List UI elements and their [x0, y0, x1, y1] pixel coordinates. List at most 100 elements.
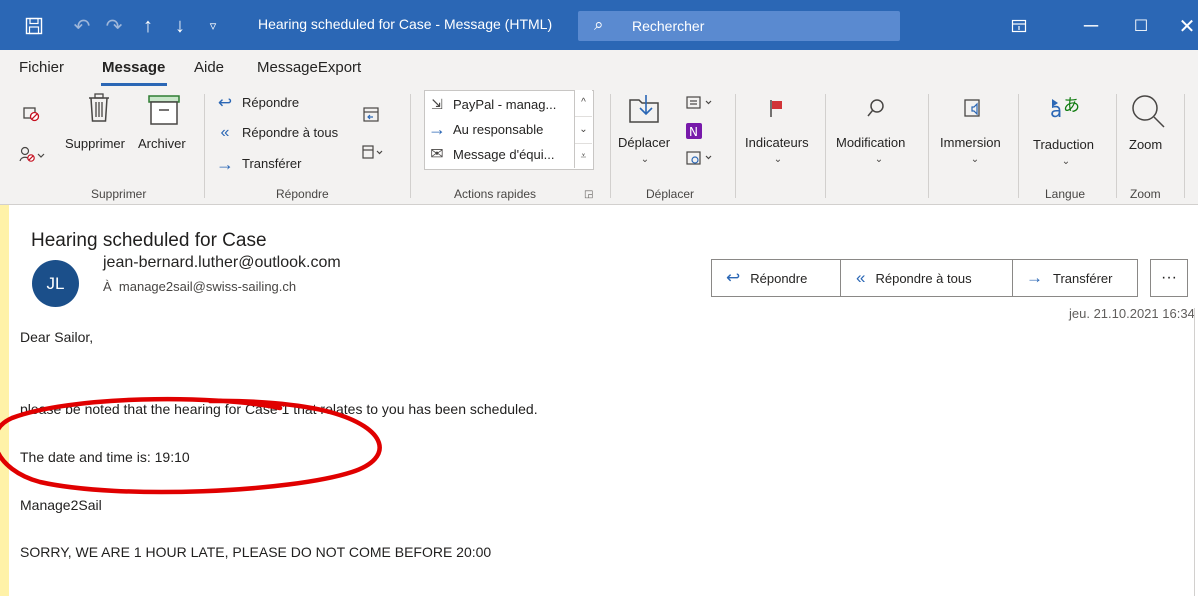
minimize-icon[interactable]: ─	[1078, 13, 1104, 39]
translate-button[interactable]: Traduction	[1033, 137, 1094, 152]
reply-all-icon: «	[220, 124, 230, 141]
undo-icon[interactable]: ↶	[70, 13, 94, 39]
quick-steps-scroll[interactable]: ^ ⌄ ⩡	[574, 90, 592, 168]
sender-address[interactable]: jean-bernard.luther@outlook.com	[103, 254, 341, 272]
body-line-greeting: Dear Sailor,	[20, 329, 94, 345]
archive-icon[interactable]	[146, 93, 182, 127]
scroll-up-icon[interactable]: ^	[575, 90, 592, 117]
editing-dropdown-icon[interactable]: ⌄	[872, 152, 886, 166]
tab-aide[interactable]: Aide	[194, 59, 224, 76]
reply-icon: ↩	[726, 268, 741, 287]
tab-fichier[interactable]: Fichier	[19, 59, 64, 76]
next-item-icon[interactable]: ↓	[168, 13, 192, 39]
search-placeholder: Rechercher	[632, 18, 705, 34]
forward-button[interactable]: → Transférer	[1026, 260, 1112, 296]
more-actions-button[interactable]: ···	[1150, 259, 1188, 297]
reply-all-label: Répondre à tous	[875, 270, 972, 286]
recipient-line: À manage2sail@swiss-sailing.ch	[103, 279, 296, 294]
svg-text:N: N	[689, 125, 698, 139]
editing-button[interactable]: Modification	[836, 135, 905, 150]
group-label-actions-rapides: Actions rapides	[454, 187, 537, 201]
previous-item-icon[interactable]: ↑	[136, 13, 160, 39]
ribbon-forward-button[interactable]: Transférer	[242, 156, 301, 171]
ribbon-reply-all-button[interactable]: Répondre à tous	[242, 125, 338, 140]
redo-icon[interactable]: ↷	[102, 13, 126, 39]
immersive-button[interactable]: Immersion	[940, 135, 1001, 150]
immersive-reader-icon[interactable]	[960, 95, 986, 121]
flag-icon[interactable]	[764, 95, 790, 121]
body-line-correction: SORRY, WE ARE 1 HOUR LATE, PLEASE DO NOT…	[20, 544, 492, 560]
delete-trash-icon[interactable]	[84, 90, 114, 126]
customize-toolbar-icon[interactable]: ▿	[203, 13, 223, 39]
body-line-notice: please be noted that the hearing for Cas…	[20, 401, 538, 417]
reply-all-button[interactable]: « Répondre à tous	[856, 260, 972, 296]
quick-step-team-email[interactable]: Message d'équi...	[453, 147, 555, 162]
meeting-reply-icon[interactable]	[360, 103, 382, 125]
archive-button[interactable]: Archiver	[138, 136, 186, 151]
ribbon-reply-button[interactable]: Répondre	[242, 95, 299, 110]
group-label-deplacer: Déplacer	[646, 187, 695, 201]
cleanup-icon[interactable]	[18, 141, 48, 167]
actions-icon[interactable]	[683, 147, 717, 169]
forward-label: Transférer	[1053, 270, 1113, 286]
message-action-bar: ↩ Répondre « Répondre à tous → Transférer	[711, 259, 1138, 297]
ribbon-separator	[1116, 94, 1117, 198]
ribbon-separator	[610, 94, 611, 198]
tab-messageexport[interactable]: MessageExport	[257, 59, 361, 76]
message-date: jeu. 21.10.2021 16:34	[1069, 306, 1195, 321]
maximize-icon[interactable]: ☐	[1128, 13, 1154, 39]
ribbon-separator	[735, 94, 736, 198]
quick-step-manager-icon: →	[428, 118, 446, 139]
expand-gallery-icon[interactable]: ⩡	[575, 144, 592, 170]
more-respond-icon[interactable]	[360, 141, 386, 163]
quick-step-paypal-icon: ⇲	[431, 95, 443, 112]
svg-text:あ: あ	[1063, 96, 1080, 116]
more-icon: ···	[1161, 269, 1177, 286]
onenote-icon[interactable]: N	[684, 120, 704, 142]
window-title: Hearing scheduled for Case - Message (HT…	[258, 16, 553, 32]
ribbon-separator	[1184, 94, 1185, 198]
menu-tabs: Fichier Message Aide MessageExport	[0, 50, 1198, 86]
ribbon-separator	[204, 94, 205, 198]
to-label: À	[103, 279, 112, 294]
group-label-zoom: Zoom	[1130, 187, 1161, 201]
translate-icon[interactable]: aあ	[1048, 92, 1084, 126]
dialog-launcher-icon[interactable]: ◲	[584, 189, 593, 200]
translate-dropdown-icon[interactable]: ⌄	[1059, 154, 1073, 168]
close-icon[interactable]: ✕	[1174, 13, 1198, 39]
scroll-down-icon[interactable]: ⌄	[575, 117, 592, 144]
search-icon: ⌕	[594, 15, 604, 34]
flags-button[interactable]: Indicateurs	[745, 135, 809, 150]
flags-dropdown-icon[interactable]: ⌄	[771, 152, 785, 166]
avatar: JL	[32, 260, 79, 307]
zoom-icon[interactable]	[1126, 92, 1170, 132]
save-icon[interactable]	[22, 13, 46, 39]
move-dropdown-icon[interactable]: ⌄	[638, 152, 652, 166]
delete-button[interactable]: Supprimer	[65, 136, 125, 151]
reply-button[interactable]: ↩ Répondre	[726, 260, 807, 296]
tab-message[interactable]: Message	[102, 59, 165, 76]
ribbon-display-options-icon[interactable]	[1006, 13, 1032, 39]
action-separator	[840, 260, 841, 296]
zoom-button[interactable]: Zoom	[1129, 137, 1162, 152]
quick-step-paypal[interactable]: PayPal - manag...	[453, 97, 556, 112]
ribbon-separator	[825, 94, 826, 198]
find-icon[interactable]	[863, 95, 889, 121]
recipient-address[interactable]: manage2sail@swiss-sailing.ch	[119, 279, 296, 294]
action-separator	[1012, 260, 1013, 296]
title-bar: ↶ ↷ ↑ ↓ ▿ Hearing scheduled for Case - M…	[0, 0, 1198, 50]
rules-icon[interactable]	[683, 92, 717, 114]
ignore-icon[interactable]	[18, 100, 44, 126]
move-folder-icon[interactable]	[626, 90, 662, 128]
quick-step-team-email-icon: ✉	[430, 146, 444, 163]
reply-icon: ↩	[217, 93, 233, 112]
search-box[interactable]: ⌕ Rechercher	[578, 11, 900, 41]
svg-text:a: a	[1050, 98, 1062, 122]
quick-step-manager[interactable]: Au responsable	[453, 122, 543, 137]
immersive-dropdown-icon[interactable]: ⌄	[968, 152, 982, 166]
reply-all-icon: «	[856, 268, 866, 287]
move-button[interactable]: Déplacer	[618, 135, 670, 150]
reading-pane-border	[1194, 308, 1195, 596]
reply-label: Répondre	[750, 270, 808, 286]
ribbon-separator	[410, 94, 411, 198]
